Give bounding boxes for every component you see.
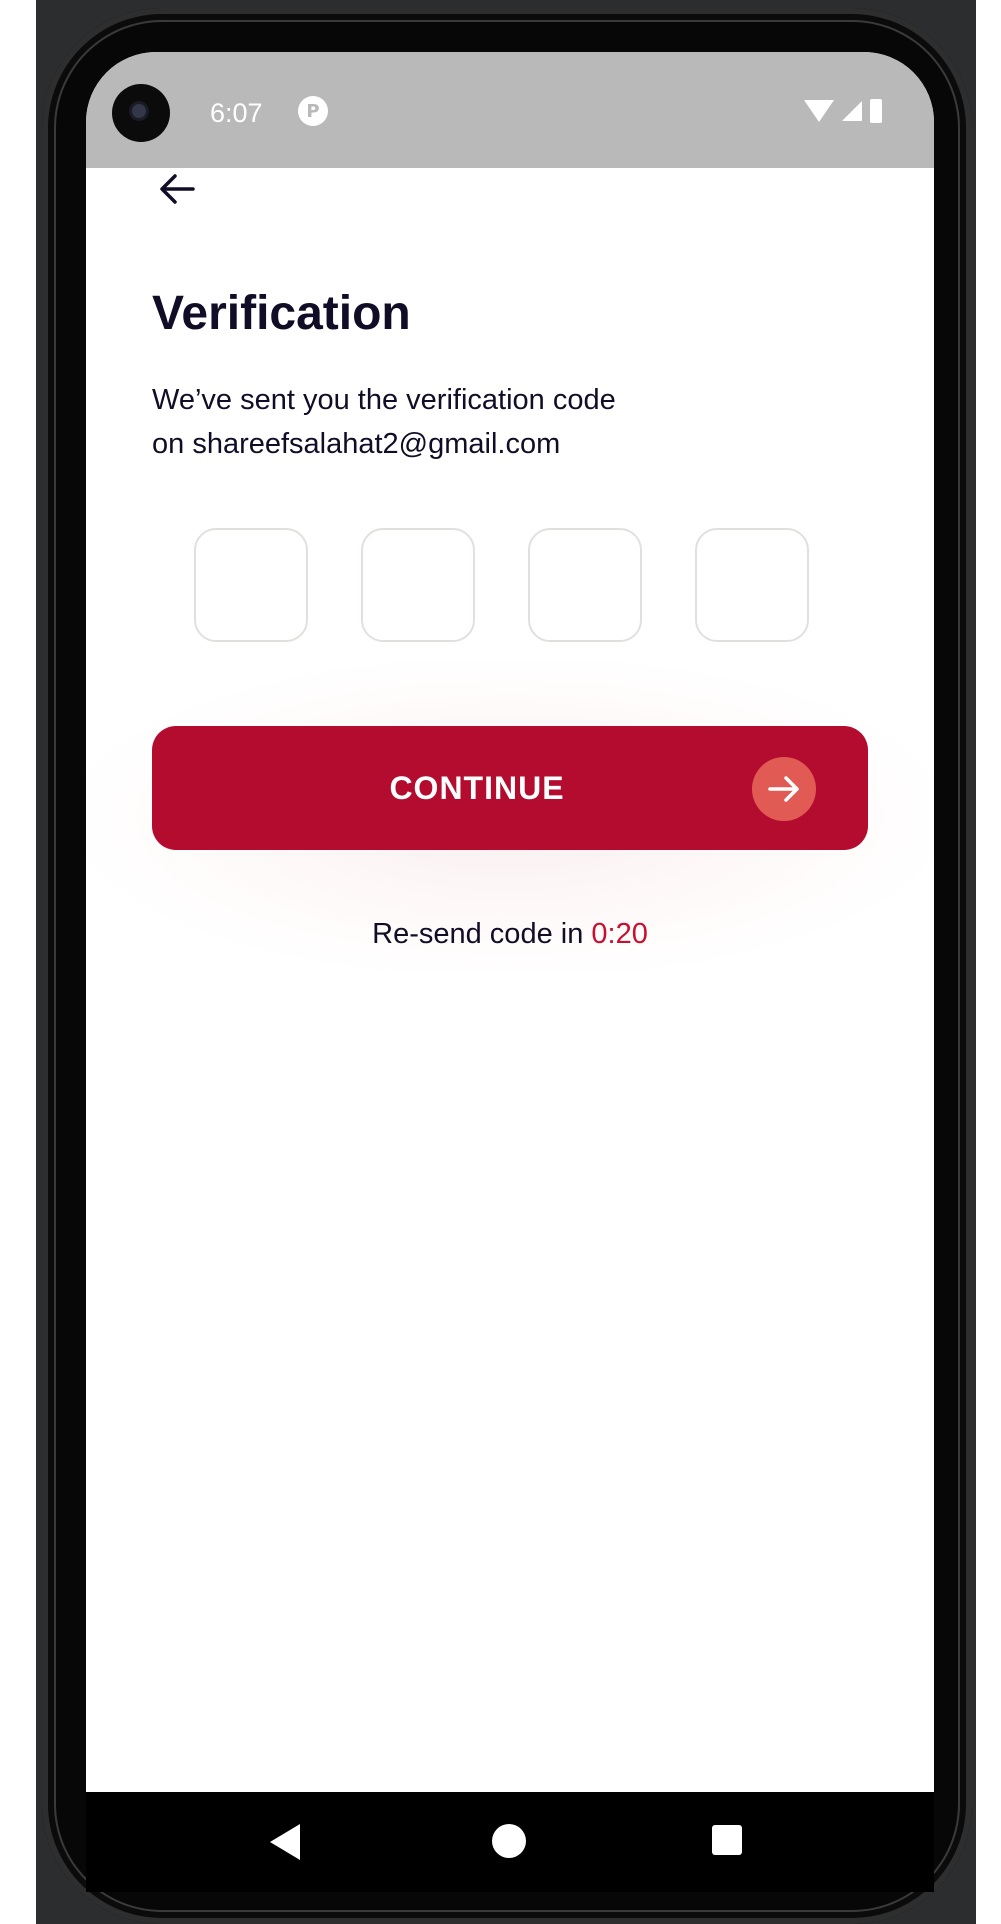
recents-square-icon[interactable] [712, 1825, 742, 1855]
code-digit-1[interactable] [194, 528, 308, 642]
code-input-row [194, 528, 809, 642]
page-title: Verification [152, 287, 411, 340]
code-digit-4[interactable] [695, 528, 809, 642]
arrow-left-icon [160, 174, 195, 204]
wifi-icon [804, 100, 834, 122]
system-icons [804, 96, 882, 126]
status-bar: 6:07 P [86, 52, 934, 168]
front-camera [112, 84, 170, 142]
code-digit-2[interactable] [361, 528, 475, 642]
resend-code-text: Re-send code in 0:20 [86, 918, 934, 951]
p-circle-icon: P [298, 96, 328, 126]
arrow-right-icon [768, 776, 799, 802]
code-digit-3[interactable] [528, 528, 642, 642]
verification-message-line2: on shareefsalahat2@gmail.com [152, 428, 561, 460]
continue-button-label: CONTINUE [389, 770, 565, 806]
back-triangle-icon[interactable] [270, 1824, 300, 1860]
battery-icon [870, 99, 882, 123]
resend-prefix: Re-send code in [372, 918, 592, 950]
back-button[interactable] [152, 164, 202, 214]
navigation-bar [86, 1792, 934, 1892]
signal-icon [842, 101, 862, 121]
continue-button[interactable]: CONTINUE [152, 726, 868, 850]
continue-arrow-circle [752, 757, 816, 821]
app-screen: 6:07 P Verification We’ve sent you the v… [86, 52, 934, 1792]
verification-message: We’ve sent you the verification code on … [152, 378, 852, 466]
status-time: 6:07 [210, 98, 263, 128]
home-circle-icon[interactable] [492, 1824, 526, 1858]
verification-message-line1: We’ve sent you the verification code [152, 384, 616, 416]
resend-timer[interactable]: 0:20 [591, 918, 647, 950]
